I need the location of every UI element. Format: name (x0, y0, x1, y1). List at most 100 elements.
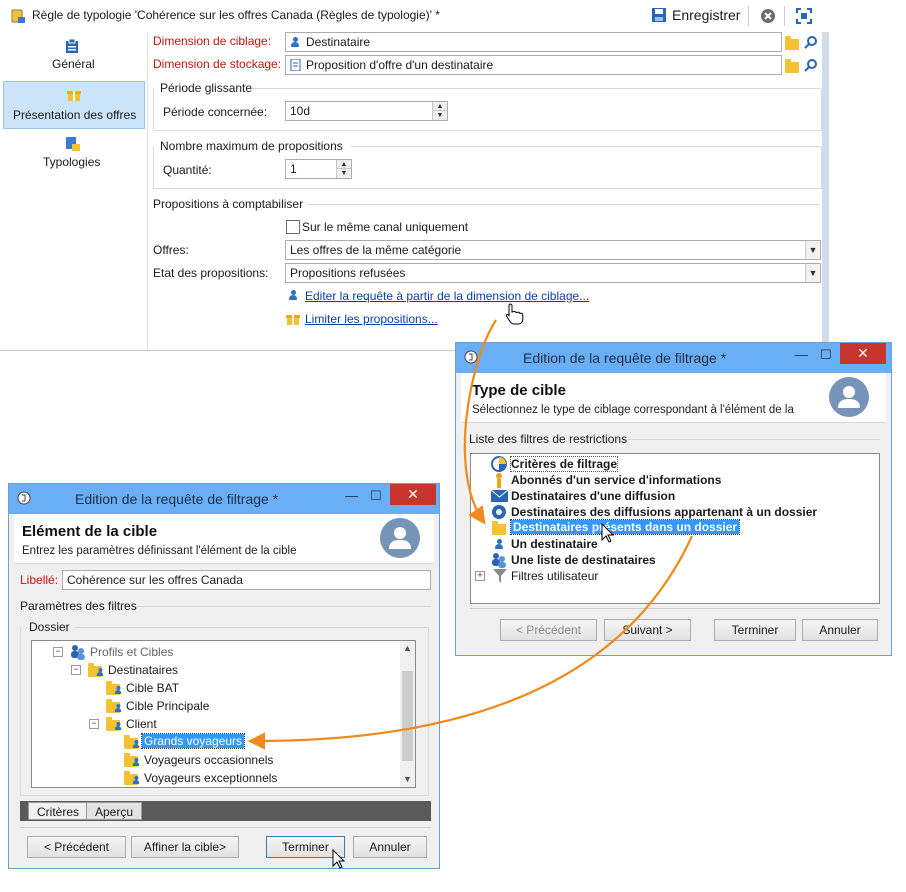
chevron-down-icon[interactable]: ▼ (805, 241, 820, 259)
tree-scrollbar[interactable]: ▲ ▼ (400, 641, 415, 787)
folder-picker-icon-2[interactable] (785, 59, 799, 73)
status-value: Propositions refusées (290, 266, 406, 280)
close-icon[interactable]: ✕ (840, 343, 886, 364)
status-select[interactable]: Propositions refusées ▼ (285, 263, 821, 283)
finish-button[interactable]: Terminer (714, 619, 796, 641)
target-type-header: Type de cible Sélectionnez le type de ci… (461, 373, 886, 423)
minimize-icon[interactable]: — (795, 347, 808, 362)
list-item-folder-recipients[interactable]: Destinataires présents dans un dossier (491, 519, 871, 536)
same-channel-label[interactable]: Sur le même canal uniquement (302, 220, 468, 234)
cancel-button[interactable]: Annuler (802, 619, 878, 641)
targeting-dimension-field[interactable]: Destinataire (285, 32, 782, 52)
save-button[interactable]: Enregistrer (672, 7, 740, 23)
max-propositions-group-title: Nombre maximum de propositions (160, 139, 343, 153)
offers-select[interactable]: Les offres de la même catégorie ▼ (285, 240, 821, 260)
period-spinner[interactable]: ▲ ▼ (432, 102, 447, 120)
search-icon[interactable] (804, 35, 818, 49)
quantity-spinner[interactable]: ▲ ▼ (336, 160, 351, 178)
user-silhouette-icon (838, 386, 860, 408)
spin-up-icon[interactable]: ▲ (433, 102, 447, 111)
people-list-icon (492, 553, 506, 568)
spin-up-icon-2[interactable]: ▲ (337, 160, 351, 169)
folder-tree[interactable]: − Profils et Cibles − Destinataires Cibl… (31, 640, 416, 788)
tree-node-label: Cible Principale (126, 699, 210, 713)
tree-node-recipients[interactable]: − Destinataires (32, 661, 392, 678)
collapse-minus-icon[interactable]: − (89, 719, 99, 729)
person-icon (132, 740, 140, 748)
list-item-user-filters[interactable]: + Filtres utilisateur (475, 568, 871, 584)
recipient-folder-icon (492, 521, 506, 535)
tree-node-label: Cible BAT (126, 681, 180, 695)
list-item-label-selected: Destinataires présents dans un dossier (509, 519, 741, 535)
previous-button[interactable]: < Précédent (500, 619, 597, 641)
list-item-subscribers[interactable]: Abonnés d'un service d'informations (491, 472, 871, 488)
delivery-folder-icon (492, 505, 506, 519)
nav-label-typologies: Typologies (43, 155, 101, 169)
storage-dimension-field[interactable]: Proposition d'offre d'un destinataire (285, 55, 782, 75)
tree-node-client[interactable]: − Client (32, 715, 392, 732)
maximize-icon-3[interactable]: ☐ (370, 488, 382, 504)
maximize-icon[interactable] (795, 7, 813, 25)
tree-node-frequent-travelers[interactable]: Grands voyageurs (32, 733, 392, 750)
list-item-delivery-recipients[interactable]: Destinataires d'une diffusion (491, 488, 871, 504)
list-item-one-recipient[interactable]: Un destinataire (491, 536, 871, 552)
subscriber-icon (496, 473, 502, 488)
main-window-title: Règle de typologie 'Cohérence sur les of… (32, 8, 440, 22)
next-button[interactable]: Suivant > (604, 619, 691, 641)
folder-picker-icon[interactable] (785, 36, 799, 50)
restriction-filters-group-title: Liste des filtres de restrictions (469, 432, 628, 446)
app-icon-2 (17, 491, 31, 505)
tab-preview[interactable]: Aperçu (86, 802, 143, 820)
target-type-dialog: Edition de la requête de filtrage * — ☐ … (455, 342, 892, 656)
previous-button-2[interactable]: < Précédent (27, 836, 126, 858)
minimize-icon-2[interactable]: — (345, 488, 358, 503)
maximize-icon-2[interactable]: ☐ (820, 347, 832, 363)
funnel-icon (493, 569, 507, 583)
scroll-down-icon[interactable]: ▼ (400, 772, 415, 787)
limit-propositions-link[interactable]: Limiter les propositions... (305, 312, 438, 326)
folder-group-line (75, 627, 427, 628)
refine-target-button[interactable]: Affiner la cible> (131, 836, 239, 858)
list-item-recipient-list[interactable]: Une liste de destinataires (491, 552, 871, 568)
search-icon-2[interactable] (804, 58, 818, 72)
title-separator-2 (784, 6, 785, 26)
expand-plus-icon[interactable]: + (475, 571, 485, 581)
collapse-minus-icon[interactable]: − (53, 647, 63, 657)
finish-button-2[interactable]: Terminer (266, 836, 345, 858)
close-circle-icon[interactable] (760, 8, 776, 24)
restriction-filters-list[interactable]: Critères de filtrage Abonnés d'un servic… (470, 453, 880, 604)
quantity-field[interactable]: 1 ▲ ▼ (285, 159, 352, 179)
filter-params-group-title: Paramètres des filtres (20, 599, 137, 613)
rule-icon (11, 9, 25, 23)
offer-proposition-icon (290, 59, 301, 71)
tree-node-main-target[interactable]: Cible Principale (32, 697, 392, 714)
edit-query-link[interactable]: Editer la requête à partir de la dimensi… (305, 289, 589, 303)
tree-node-profiles-targets[interactable]: − Profils et Cibles (32, 643, 392, 660)
envelope-icon (491, 490, 508, 502)
nav-item-typologies[interactable]: Typologies (3, 132, 145, 178)
period-field[interactable]: 10d ▲ ▼ (285, 101, 448, 121)
spin-down-icon-2[interactable]: ▼ (337, 169, 351, 178)
spin-down-icon[interactable]: ▼ (433, 111, 447, 120)
list-item-criteria[interactable]: Critères de filtrage (491, 456, 871, 472)
scroll-thumb[interactable] (402, 671, 413, 761)
nav-item-general[interactable]: Général (3, 32, 145, 78)
tab-criteria[interactable]: Critères (28, 802, 89, 820)
tree-node-exceptional-travelers[interactable]: Voyageurs exceptionnels (32, 769, 392, 786)
same-channel-checkbox[interactable] (286, 220, 300, 234)
tree-node-label: Profils et Cibles (90, 645, 174, 659)
tree-node-occasional-travelers[interactable]: Voyageurs occasionnels (32, 751, 392, 768)
tree-node-label: Voyageurs exceptionnels (144, 771, 278, 785)
label-input-value: Cohérence sur les offres Canada (67, 573, 243, 587)
tree-node-bat-target[interactable]: Cible BAT (32, 679, 392, 696)
person-icon (114, 704, 122, 712)
scroll-up-icon[interactable]: ▲ (400, 641, 415, 656)
targeting-dimension-label: Dimension de ciblage: (153, 34, 272, 48)
cancel-button-2[interactable]: Annuler (353, 836, 427, 858)
list-item-folder-deliveries[interactable]: Destinataires des diffusions appartenant… (491, 504, 871, 520)
close-icon-2[interactable]: ✕ (390, 484, 436, 505)
nav-item-offers-presentation[interactable]: Présentation des offres (3, 81, 145, 129)
collapse-minus-icon[interactable]: − (71, 665, 81, 675)
chevron-down-icon-2[interactable]: ▼ (805, 264, 820, 282)
label-input[interactable]: Cohérence sur les offres Canada (62, 570, 431, 590)
